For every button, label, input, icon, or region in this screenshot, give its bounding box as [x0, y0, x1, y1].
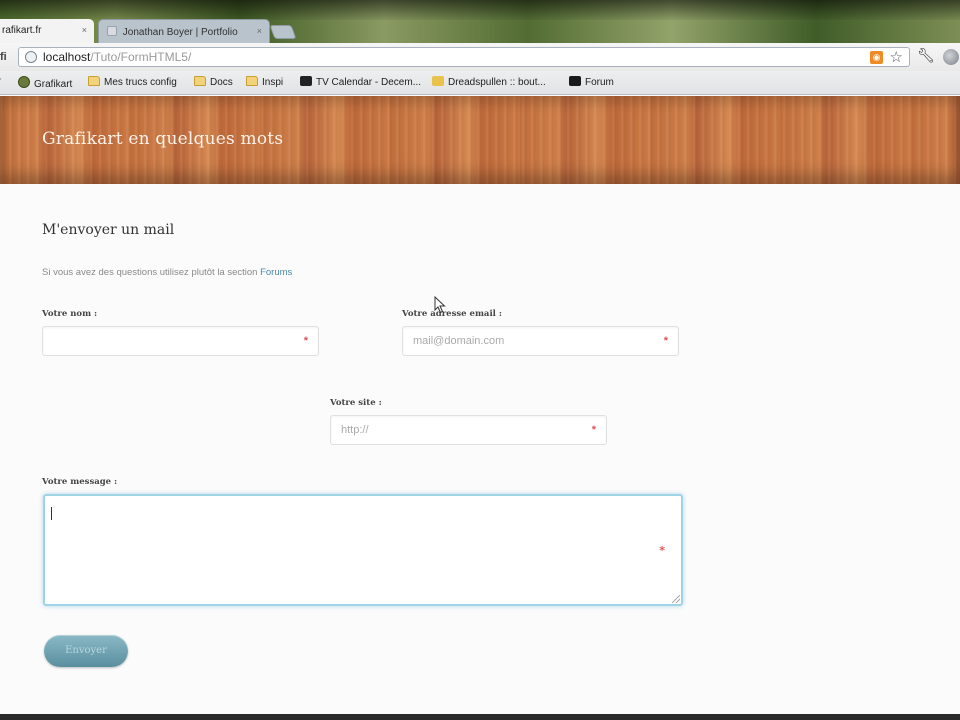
- browser-toolbar: fi localhost/Tuto/FormHTML5/ ◉ ☆ 🔧︎: [0, 43, 960, 71]
- text-caret: [51, 507, 52, 520]
- send-button[interactable]: Envoyer: [44, 635, 128, 667]
- tab-portfolio[interactable]: Jonathan Boyer | Portfolio ×: [98, 19, 270, 43]
- folder-icon: [88, 76, 100, 86]
- site-input[interactable]: http:// *: [330, 415, 607, 445]
- back-button[interactable]: fi: [0, 51, 7, 63]
- intro-text-body: Si vous avez des questions utilisez plut…: [42, 267, 261, 278]
- grafikart-icon: [18, 76, 30, 88]
- bookmark-tv-calendar[interactable]: TV Calendar - Decem...: [300, 76, 421, 88]
- new-tab-button[interactable]: [269, 25, 297, 39]
- star-icon[interactable]: ☆: [890, 48, 903, 66]
- name-input[interactable]: *: [42, 326, 319, 356]
- bookmark-inspi[interactable]: Inspi: [246, 76, 283, 88]
- bookmark-grafikart[interactable]: Grafikart: [18, 76, 72, 90]
- forum-icon: [569, 76, 581, 86]
- required-mark: *: [591, 424, 596, 436]
- close-icon[interactable]: ×: [82, 25, 87, 35]
- required-mark: *: [663, 335, 668, 347]
- folder-icon: [246, 76, 258, 86]
- message-textarea[interactable]: *: [43, 494, 683, 606]
- globe-icon: [25, 51, 37, 63]
- email-label: Votre adresse email :: [402, 309, 502, 319]
- required-mark: *: [303, 335, 308, 347]
- section-title: M'envoyer un mail: [42, 222, 175, 238]
- name-label: Votre nom :: [42, 309, 98, 319]
- required-mark: *: [659, 544, 665, 557]
- bookmarks-bar: r Grafikart Mes trucs config Docs Inspi …: [0, 71, 960, 95]
- url-path: /Tuto/FormHTML5/: [90, 50, 192, 64]
- email-input[interactable]: mail@domain.com *: [402, 326, 679, 356]
- bookmark-mes-trucs-config[interactable]: Mes trucs config: [88, 76, 177, 88]
- mouse-cursor-icon: [434, 296, 446, 314]
- intro-text: Si vous avez des questions utilisez plut…: [42, 267, 292, 278]
- bookmark-forum[interactable]: Forum: [569, 76, 614, 88]
- bookmark-docs[interactable]: Docs: [194, 76, 233, 88]
- address-bar[interactable]: localhost/Tuto/FormHTML5/ ◉ ☆: [18, 47, 910, 67]
- tab-label: Jonathan Boyer | Portfolio: [122, 27, 238, 38]
- tab-label: rafikart.fr: [2, 25, 42, 36]
- folder-icon: [194, 76, 206, 86]
- rss-icon[interactable]: ◉: [870, 51, 883, 64]
- forums-link[interactable]: Forums: [260, 267, 292, 278]
- email-placeholder: mail@domain.com: [413, 335, 505, 347]
- tab-grafikart[interactable]: rafikart.fr ×: [0, 19, 94, 43]
- wrench-icon[interactable]: 🔧︎: [917, 48, 935, 64]
- bookmark-dreadspullen[interactable]: Dreadspullen :: bout...: [432, 76, 546, 88]
- dreadspullen-icon: [432, 76, 444, 86]
- message-label: Votre message :: [42, 477, 118, 487]
- tv-calendar-icon: [300, 76, 312, 86]
- resize-grip[interactable]: [672, 595, 680, 603]
- page-icon: [107, 26, 117, 36]
- window-bottom-edge: [0, 714, 960, 720]
- header-title: Grafikart en quelques mots: [42, 129, 284, 149]
- chrome-menu-icon[interactable]: [943, 49, 959, 65]
- close-icon[interactable]: ×: [257, 26, 262, 36]
- bookmarks-overflow[interactable]: r: [0, 76, 1, 87]
- site-placeholder: http://: [341, 424, 369, 436]
- site-label: Votre site :: [330, 398, 382, 408]
- url-host: localhost: [43, 50, 91, 64]
